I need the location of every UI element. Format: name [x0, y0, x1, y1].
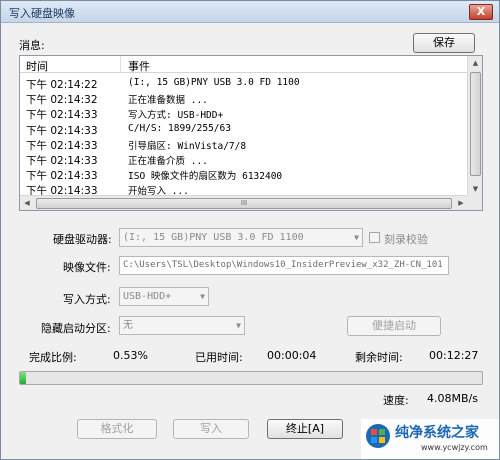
- log-event: C/H/S: 1899/255/63: [128, 122, 231, 134]
- image-file-value: C:\Users\TSL\Desktop\Windows10_InsiderPr…: [123, 260, 443, 270]
- scroll-left-icon[interactable]: ◀: [20, 196, 34, 210]
- drive-value: (I:, 15 GB)PNY USB 3.0 FD 1100: [123, 232, 304, 243]
- log-event: 引导扇区: WinVista/7/8: [128, 140, 247, 152]
- speed-value: 4.08MB/s: [427, 392, 478, 405]
- log-event: 正在准备介质 ...: [128, 155, 208, 167]
- completion-ratio-label: 完成比例:: [29, 351, 77, 364]
- message-log[interactable]: 时间 事件 下午 02:14:22 (I:, 15 GB)PNY USB 3.0…: [19, 55, 483, 211]
- log-row: 下午 02:14:33 C/H/S: 1899/255/63: [20, 122, 468, 137]
- log-row: 下午 02:14:33 正在准备介质 ...: [20, 152, 468, 167]
- chevron-down-icon: ▼: [236, 321, 241, 330]
- write-method-value: USB-HDD+: [123, 291, 172, 302]
- verify-label: 刻录校验: [384, 233, 428, 246]
- verify-checkbox[interactable]: [369, 232, 380, 243]
- chevron-down-icon: ▼: [200, 292, 205, 301]
- site-watermark: 纯净系统之家 www.ycwjzy.com: [361, 419, 499, 459]
- speed-label: 速度:: [383, 394, 409, 407]
- log-event: (I:, 15 GB)PNY USB 3.0 FD 1100: [128, 77, 300, 88]
- abort-button[interactable]: 终止[A]: [267, 419, 343, 439]
- log-time: 下午 02:14:32: [26, 94, 98, 107]
- log-rows: 下午 02:14:22 (I:, 15 GB)PNY USB 3.0 FD 11…: [20, 76, 468, 198]
- chevron-down-icon: ▼: [354, 233, 359, 242]
- write-method-select[interactable]: USB-HDD+ ▼: [119, 287, 209, 306]
- log-event: 写入方式: USB-HDD+: [128, 110, 224, 122]
- vertical-scrollbar[interactable]: ▲ ▼: [467, 56, 482, 196]
- log-row: 下午 02:14:33 引导扇区: WinVista/7/8: [20, 137, 468, 152]
- log-time: 下午 02:14:22: [26, 79, 98, 91]
- scroll-down-icon[interactable]: ▼: [468, 182, 482, 196]
- watermark-url: www.ycwjzy.com: [421, 443, 488, 452]
- log-row: 下午 02:14:22 (I:, 15 GB)PNY USB 3.0 FD 11…: [20, 76, 468, 91]
- windows-logo-icon: [366, 424, 390, 448]
- title-bar[interactable]: 写入硬盘映像 X: [1, 1, 499, 23]
- drive-label: 硬盘驱动器:: [53, 233, 112, 246]
- log-time: 下午 02:14:33: [26, 109, 98, 122]
- completion-ratio-value: 0.53%: [113, 349, 148, 362]
- write-method-label: 写入方式:: [63, 293, 111, 306]
- log-event: 正在准备数据 ...: [128, 95, 208, 107]
- close-button[interactable]: X: [469, 4, 493, 20]
- save-button[interactable]: 保存: [413, 33, 475, 53]
- elapsed-time-value: 00:00:04: [267, 349, 317, 362]
- scroll-right-icon[interactable]: ▶: [454, 196, 468, 210]
- log-row: 下午 02:14:32 正在准备数据 ...: [20, 91, 468, 106]
- write-disk-image-window: 写入硬盘映像 X 消息: 保存 时间 事件 下午 02:14:22 (I:, 1…: [0, 0, 500, 460]
- vertical-scroll-thumb[interactable]: [470, 72, 481, 176]
- messages-label: 消息:: [19, 39, 45, 52]
- horizontal-scrollbar[interactable]: ◀ III ▶: [20, 195, 468, 210]
- write-progress-bar: [19, 371, 483, 385]
- horizontal-scroll-thumb[interactable]: III: [36, 198, 452, 209]
- elapsed-time-label: 已用时间:: [195, 351, 243, 364]
- image-file-field[interactable]: C:\Users\TSL\Desktop\Windows10_InsiderPr…: [119, 256, 449, 275]
- drive-select[interactable]: (I:, 15 GB)PNY USB 3.0 FD 1100 ▼: [119, 228, 363, 247]
- log-header: 时间 事件: [20, 56, 468, 73]
- window-title: 写入硬盘映像: [9, 7, 75, 20]
- hidden-partition-label: 隐藏启动分区:: [41, 322, 111, 335]
- watermark-title: 纯净系统之家: [395, 425, 479, 441]
- log-row: 下午 02:14:33 写入方式: USB-HDD+: [20, 106, 468, 121]
- col-event-header[interactable]: 事件: [128, 58, 150, 74]
- write-button[interactable]: 写入: [173, 419, 249, 439]
- hidden-partition-value: 无: [123, 320, 133, 331]
- remaining-time-value: 00:12:27: [429, 349, 479, 362]
- hidden-partition-select[interactable]: 无 ▼: [119, 316, 245, 335]
- progress-fill: [20, 372, 26, 384]
- log-time: 下午 02:14:33: [26, 154, 98, 167]
- log-time: 下午 02:14:33: [26, 124, 98, 137]
- scroll-corner: [467, 195, 482, 210]
- scroll-up-icon[interactable]: ▲: [468, 56, 482, 70]
- log-row: 下午 02:14:33 ISO 映像文件的扇区数为 6132400: [20, 167, 468, 182]
- col-time-header[interactable]: 时间: [26, 58, 48, 74]
- column-divider[interactable]: [120, 56, 121, 73]
- log-time: 下午 02:14:33: [26, 139, 98, 152]
- image-file-label: 映像文件:: [63, 261, 111, 274]
- quick-boot-button[interactable]: 便捷启动: [347, 316, 441, 336]
- format-button[interactable]: 格式化: [77, 419, 157, 439]
- log-event: ISO 映像文件的扇区数为 6132400: [128, 171, 283, 183]
- remaining-time-label: 剩余时间:: [355, 351, 403, 364]
- log-time: 下午 02:14:33: [26, 170, 98, 183]
